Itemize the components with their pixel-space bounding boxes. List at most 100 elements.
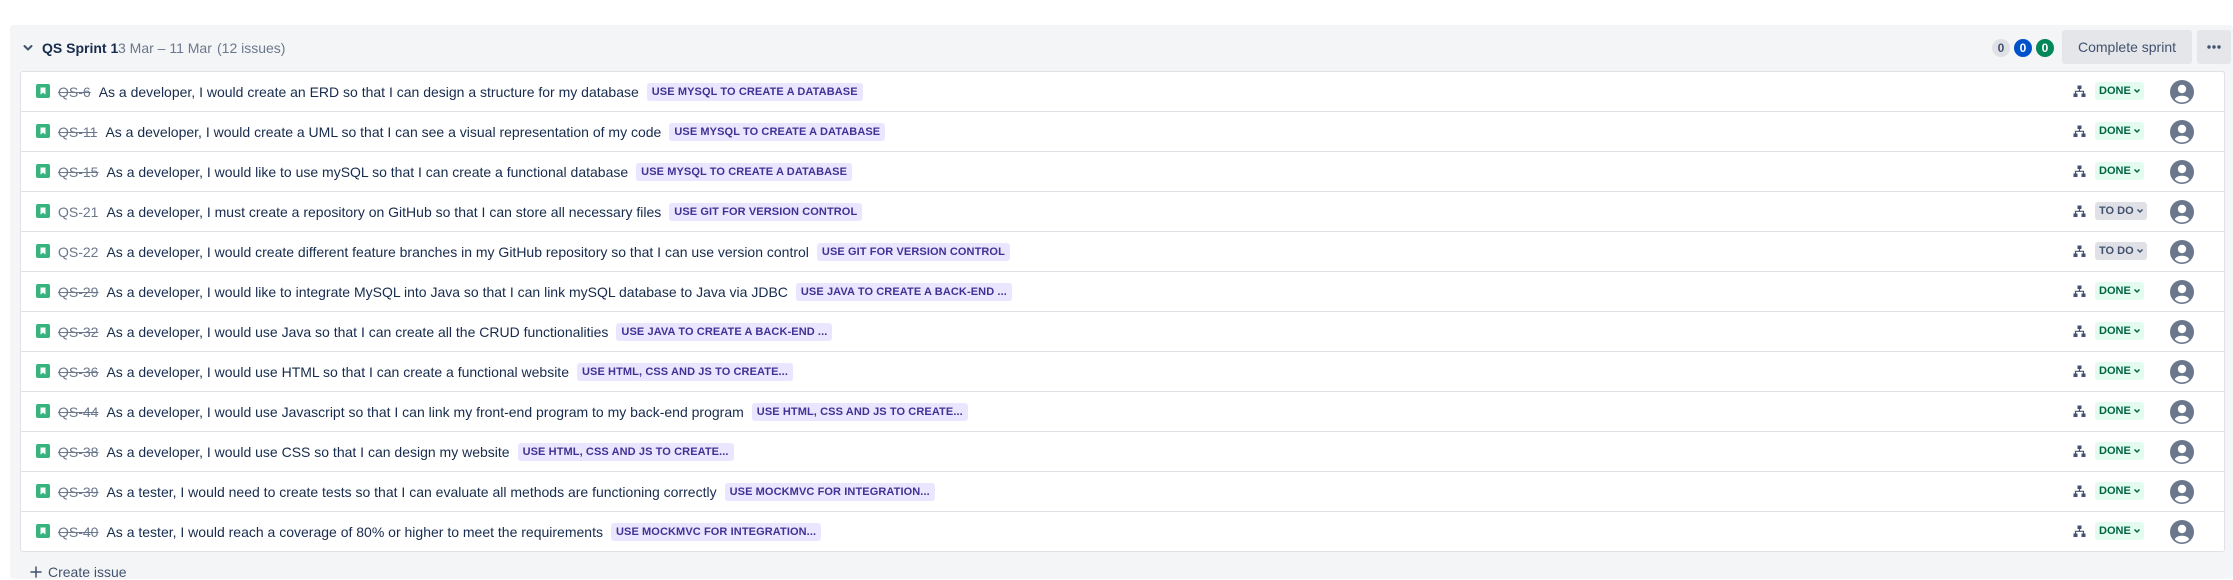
status-dropdown[interactable]: DONE xyxy=(2095,402,2144,420)
assignee-avatar-icon[interactable] xyxy=(2169,519,2195,545)
issue-summary: As a developer, I would use Javascript s… xyxy=(106,403,744,420)
issue-key[interactable]: QS-40 xyxy=(58,524,98,540)
status-dropdown[interactable]: DONE xyxy=(2095,522,2144,540)
child-issues-icon[interactable] xyxy=(2073,205,2086,218)
issue-row[interactable]: QS-11 As a developer, I would create a U… xyxy=(21,112,2224,152)
issue-row[interactable]: QS-15 As a developer, I would like to us… xyxy=(21,152,2224,192)
epic-label[interactable]: USE GIT FOR VERSION CONTROL xyxy=(669,202,863,221)
chevron-down-icon xyxy=(2133,448,2140,454)
assignee-avatar-icon[interactable] xyxy=(2169,199,2195,225)
issue-row[interactable]: QS-40 As a tester, I would reach a cover… xyxy=(21,512,2224,551)
create-issue-button[interactable]: Create issue xyxy=(30,564,127,580)
issue-list: QS-6 As a developer, I would create an E… xyxy=(20,71,2225,552)
issue-content: QS-38 As a developer, I would use CSS so… xyxy=(58,432,734,471)
assignee-avatar-icon[interactable] xyxy=(2169,319,2195,345)
story-icon xyxy=(36,444,50,458)
status-dropdown[interactable]: DONE xyxy=(2095,162,2144,180)
epic-label[interactable]: USE MYSQL TO CREATE A DATABASE xyxy=(646,82,863,101)
issue-content: QS-11 As a developer, I would create a U… xyxy=(58,112,886,151)
issue-key[interactable]: QS-21 xyxy=(58,204,98,220)
child-issues-icon[interactable] xyxy=(2073,165,2086,178)
chevron-down-icon[interactable] xyxy=(21,41,35,55)
status-dropdown[interactable]: DONE xyxy=(2095,442,2144,460)
issue-key[interactable]: QS-38 xyxy=(58,444,98,460)
epic-label[interactable]: USE GIT FOR VERSION CONTROL xyxy=(816,242,1010,261)
child-issues-icon[interactable] xyxy=(2073,445,2086,458)
child-issues-icon[interactable] xyxy=(2073,85,2086,98)
assignee-avatar-icon[interactable] xyxy=(2169,159,2195,185)
status-label: DONE xyxy=(2099,285,2131,297)
chevron-down-icon xyxy=(2133,368,2140,374)
status-label: DONE xyxy=(2099,405,2131,417)
issue-summary: As a developer, I would like to use mySQ… xyxy=(106,163,629,180)
epic-label[interactable]: USE HTML, CSS AND JS TO CREATE... xyxy=(751,402,968,421)
child-issues-icon[interactable] xyxy=(2073,525,2086,538)
assignee-avatar-icon[interactable] xyxy=(2169,239,2195,265)
issue-row[interactable]: QS-22 As a developer, I would create dif… xyxy=(21,232,2224,272)
child-issues-icon[interactable] xyxy=(2073,245,2086,258)
issue-row[interactable]: QS-21 As a developer, I must create a re… xyxy=(21,192,2224,232)
story-icon xyxy=(36,324,50,338)
chevron-down-icon xyxy=(2133,168,2140,174)
issue-key[interactable]: QS-39 xyxy=(58,484,98,500)
status-dropdown[interactable]: TO DO xyxy=(2095,242,2147,260)
assignee-avatar-icon[interactable] xyxy=(2169,439,2195,465)
more-actions-button[interactable] xyxy=(2197,30,2231,64)
issue-key[interactable]: QS-36 xyxy=(58,364,98,380)
child-issues-icon[interactable] xyxy=(2073,485,2086,498)
assignee-avatar-icon[interactable] xyxy=(2169,79,2195,105)
issue-row[interactable]: QS-39 As a tester, I would need to creat… xyxy=(21,472,2224,512)
in-progress-count-badge: 0 xyxy=(2014,39,2032,57)
issue-row[interactable]: QS-32 As a developer, I would use Java s… xyxy=(21,312,2224,352)
story-icon xyxy=(36,204,50,218)
status-label: DONE xyxy=(2099,125,2131,137)
status-dropdown[interactable]: DONE xyxy=(2095,122,2144,140)
issue-key[interactable]: QS-6 xyxy=(58,84,91,100)
status-label: DONE xyxy=(2099,525,2131,537)
issue-key[interactable]: QS-32 xyxy=(58,324,98,340)
issue-row[interactable]: QS-29 As a developer, I would like to in… xyxy=(21,272,2224,312)
issue-summary: As a developer, I would create an ERD so… xyxy=(98,83,639,100)
assignee-avatar-icon[interactable] xyxy=(2169,399,2195,425)
epic-label[interactable]: USE JAVA TO CREATE A BACK-END ... xyxy=(616,322,833,341)
issue-key[interactable]: QS-15 xyxy=(58,164,98,180)
epic-label[interactable]: USE MOCKMVC FOR INTEGRATION... xyxy=(610,522,822,541)
story-icon xyxy=(36,284,50,298)
issue-row[interactable]: QS-6 As a developer, I would create an E… xyxy=(21,72,2224,112)
epic-label[interactable]: USE MOCKMVC FOR INTEGRATION... xyxy=(724,482,935,501)
status-label: DONE xyxy=(2099,445,2131,457)
epic-label[interactable]: USE HTML, CSS AND JS TO CREATE... xyxy=(576,362,793,381)
issue-content: QS-22 As a developer, I would create dif… xyxy=(58,232,1010,271)
status-dropdown[interactable]: DONE xyxy=(2095,482,2144,500)
epic-label[interactable]: USE MYSQL TO CREATE A DATABASE xyxy=(669,122,886,141)
status-dropdown[interactable]: DONE xyxy=(2095,82,2144,100)
assignee-avatar-icon[interactable] xyxy=(2169,479,2195,505)
issue-row[interactable]: QS-38 As a developer, I would use CSS so… xyxy=(21,432,2224,472)
assignee-avatar-icon[interactable] xyxy=(2169,279,2195,305)
assignee-avatar-icon[interactable] xyxy=(2169,119,2195,145)
issue-summary: As a developer, I would use Java so that… xyxy=(106,323,609,340)
status-dropdown[interactable]: TO DO xyxy=(2095,202,2147,220)
issue-key[interactable]: QS-29 xyxy=(58,284,98,300)
epic-label[interactable]: USE MYSQL TO CREATE A DATABASE xyxy=(636,162,853,181)
child-issues-icon[interactable] xyxy=(2073,365,2086,378)
assignee-avatar-icon[interactable] xyxy=(2169,359,2195,385)
issue-content: QS-21 As a developer, I must create a re… xyxy=(58,192,863,231)
epic-label[interactable]: USE JAVA TO CREATE A BACK-END ... xyxy=(795,282,1012,301)
issue-key[interactable]: QS-11 xyxy=(58,124,97,140)
issue-key[interactable]: QS-22 xyxy=(58,244,98,260)
child-issues-icon[interactable] xyxy=(2073,285,2086,298)
epic-label[interactable]: USE HTML, CSS AND JS TO CREATE... xyxy=(517,442,734,461)
status-dropdown[interactable]: DONE xyxy=(2095,322,2144,340)
status-dropdown[interactable]: DONE xyxy=(2095,282,2144,300)
child-issues-icon[interactable] xyxy=(2073,405,2086,418)
child-issues-icon[interactable] xyxy=(2073,325,2086,338)
story-icon xyxy=(36,524,50,538)
complete-sprint-button[interactable]: Complete sprint xyxy=(2062,30,2192,64)
sprint-name: QS Sprint 1 xyxy=(42,40,119,56)
issue-key[interactable]: QS-44 xyxy=(58,404,98,420)
child-issues-icon[interactable] xyxy=(2073,125,2086,138)
issue-row[interactable]: QS-44 As a developer, I would use Javasc… xyxy=(21,392,2224,432)
status-dropdown[interactable]: DONE xyxy=(2095,362,2144,380)
issue-row[interactable]: QS-36 As a developer, I would use HTML s… xyxy=(21,352,2224,392)
